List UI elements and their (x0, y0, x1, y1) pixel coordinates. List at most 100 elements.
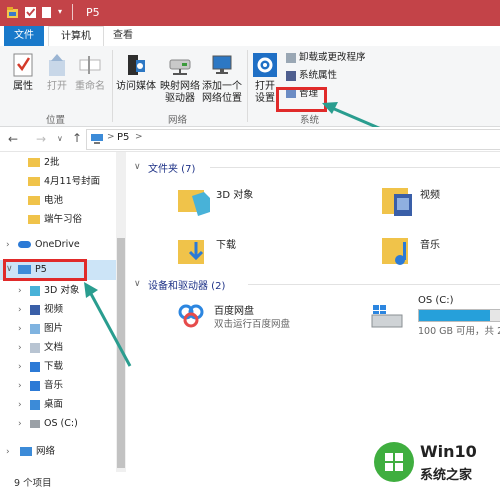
expand-chevron-icon[interactable]: › (18, 324, 22, 334)
explorer-icon (7, 7, 18, 18)
breadcrumb-p5[interactable]: P5 (117, 132, 129, 143)
expand-chevron-icon[interactable]: › (18, 343, 22, 353)
folders-section-header[interactable]: 文件夹 (7) (148, 160, 195, 175)
folder-3d-objects[interactable]: 3D 对象 (176, 182, 253, 218)
up-icon[interactable]: ↑ (72, 131, 82, 145)
add-network-location-icon (212, 55, 232, 74)
tab-view[interactable]: 查看 (106, 26, 140, 46)
nav-item-documents[interactable]: 文档 (30, 339, 63, 357)
baidu-netdisk-item[interactable]: 百度网盘 双击运行百度网盘 (176, 299, 336, 333)
drive-usage-fill (419, 310, 491, 321)
settings-gear-icon (253, 53, 277, 77)
cloud-icon (18, 241, 31, 248)
content-pane: ∨ 文件夹 (7) 3D 对象 视频 下载 音乐 ∨ 设备和驱动器 (2) 百度… (130, 152, 500, 472)
system-properties-icon (286, 70, 296, 81)
ribbon: 属性 打开 重命名 位置 访问媒体 映射网络 驱动器 添加一个 网络位置 网络 … (0, 46, 500, 127)
3d-objects-folder-icon (178, 190, 210, 216)
open-button[interactable]: 打开 (42, 52, 72, 93)
download-icon (30, 361, 40, 372)
open-icon (49, 54, 65, 76)
tab-computer[interactable]: 计算机 (48, 26, 104, 48)
title-bar: ▾ P5 (0, 0, 500, 26)
ribbon-tabs: 文件 计算机 查看 (0, 26, 500, 48)
nav-item-music[interactable]: 音乐 (30, 377, 63, 395)
network-drive-icon (169, 59, 191, 75)
drives-section-header[interactable]: 设备和驱动器 (2) (148, 277, 225, 292)
system-properties-button[interactable]: 系统属性 (286, 69, 337, 83)
nav-item-battery[interactable]: 电池 (28, 192, 63, 210)
expand-chevron-icon[interactable]: › (18, 419, 22, 429)
check-icon[interactable] (24, 6, 37, 19)
folders-collapse-icon[interactable]: ∨ (134, 162, 141, 172)
quick-access-dropdown-icon[interactable]: ▾ (58, 7, 62, 16)
nav-item-drive-c[interactable]: OS (C:) (30, 415, 78, 433)
music-folder-icon (382, 238, 408, 265)
desktop-icon (30, 399, 40, 410)
downloads-folder-icon (178, 240, 204, 264)
folder-downloads[interactable]: 下载 (176, 232, 236, 268)
nav-item-2pi[interactable]: 2批 (28, 154, 60, 172)
drive-icon (30, 419, 40, 428)
drives-collapse-icon[interactable]: ∨ (134, 279, 141, 289)
3d-objects-icon (30, 285, 40, 296)
map-network-drive-button[interactable]: 映射网络 驱动器 (158, 52, 202, 105)
folder-icon (28, 196, 40, 205)
nav-item-network[interactable]: 网络 (20, 443, 55, 461)
folder-icon (28, 158, 40, 167)
window-title: P5 (86, 6, 100, 19)
nav-item-desktop[interactable]: 桌面 (30, 396, 63, 414)
properties-button[interactable]: 属性 (8, 52, 38, 93)
nav-item-video[interactable]: 视频 (30, 301, 63, 319)
recent-dropdown-icon[interactable]: ∨ (57, 134, 63, 143)
new-folder-quick-icon[interactable] (40, 6, 53, 19)
drive-usage-bar (418, 309, 500, 322)
nav-item-cover[interactable]: 4月11号封面 (28, 173, 100, 191)
rename-icon (79, 56, 101, 74)
network-icon (20, 447, 32, 456)
item-count: 9 个项目 (14, 478, 52, 489)
add-network-location-button[interactable]: 添加一个 网络位置 (200, 52, 244, 105)
folder-icon (28, 177, 40, 186)
tab-file[interactable]: 文件 (4, 26, 44, 46)
back-icon[interactable]: ← (8, 132, 18, 146)
uninstall-program-button[interactable]: 卸载或更改程序 (286, 51, 366, 65)
media-icon (128, 55, 145, 75)
nav-item-onedrive[interactable]: OneDrive (18, 236, 80, 254)
access-media-button[interactable]: 访问媒体 (116, 52, 156, 93)
documents-icon (30, 342, 40, 353)
win10-watermark: Win10 系统之家 (372, 438, 500, 486)
expand-chevron-icon[interactable]: › (18, 400, 22, 410)
group-label-location: 位置 (46, 115, 66, 126)
music-icon (30, 380, 40, 391)
folder-music[interactable]: 音乐 (380, 232, 440, 268)
nav-item-3d[interactable]: 3D 对象 (30, 282, 79, 300)
folder-icon (28, 215, 40, 224)
properties-icon (13, 53, 33, 77)
drive-c-item[interactable]: OS (C:) 100 GB 可用，共 2 (370, 295, 500, 337)
nav-item-customs[interactable]: 端午习俗 (28, 211, 82, 229)
nav-item-downloads[interactable]: 下载 (30, 358, 63, 376)
folder-video[interactable]: 视频 (380, 182, 440, 218)
group-label-network: 网络 (168, 115, 188, 126)
nav-item-pictures[interactable]: 图片 (30, 320, 63, 338)
video-folder-icon (382, 188, 412, 216)
expand-chevron-icon[interactable]: › (18, 381, 22, 391)
computer-icon (91, 134, 103, 144)
win10-logo (374, 442, 414, 482)
video-icon (30, 304, 40, 315)
address-field[interactable]: > P5 > (86, 129, 500, 150)
expand-chevron-icon[interactable]: › (6, 447, 10, 457)
rename-button[interactable]: 重命名 (72, 52, 108, 93)
address-bar: ← → ∨ ↑ > P5 > (0, 127, 500, 152)
baidu-netdisk-icon (178, 304, 204, 328)
group-label-system: 系统 (300, 115, 320, 126)
expand-chevron-icon[interactable]: › (6, 240, 10, 250)
highlight-box-p5 (3, 259, 87, 281)
expand-chevron-icon[interactable]: › (18, 286, 22, 296)
expand-chevron-icon[interactable]: › (18, 305, 22, 315)
expand-chevron-icon[interactable]: › (18, 362, 22, 372)
uninstall-icon (286, 52, 296, 63)
forward-icon[interactable]: → (36, 132, 46, 146)
annotation-arrow-p5 (84, 282, 132, 367)
pictures-icon (30, 323, 40, 334)
